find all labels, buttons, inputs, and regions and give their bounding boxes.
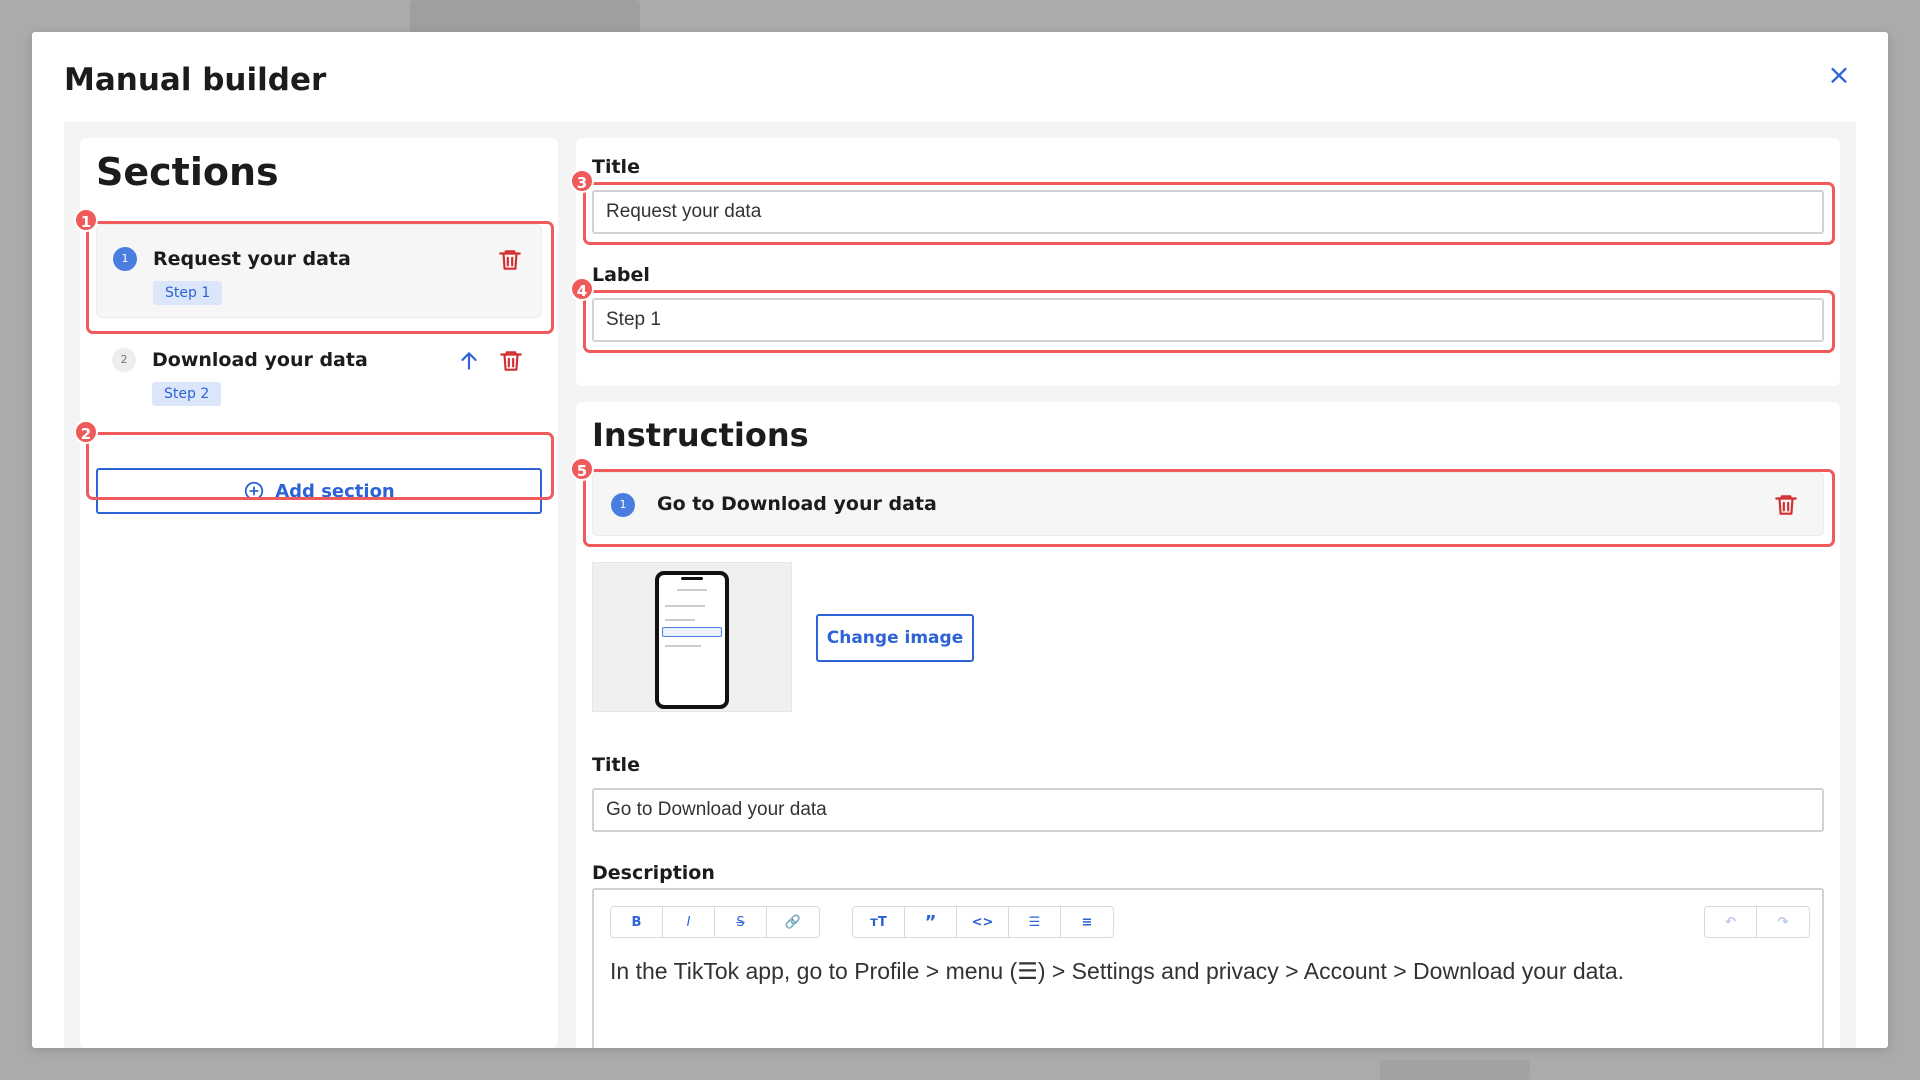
section-title: Request your data (153, 248, 351, 270)
instruction-title-input[interactable] (592, 788, 1824, 832)
format-toolbar: B I S 🔗 (610, 906, 820, 938)
title-label: Title (592, 156, 640, 178)
italic-button[interactable]: I (663, 907, 715, 937)
section-step-badge: Step 1 (153, 281, 223, 305)
sections-panel: Sections 1 Request your data Step 1 2 Do… (80, 138, 558, 1048)
phone-line (665, 645, 701, 647)
trash-icon[interactable] (497, 247, 523, 273)
sections-heading: Sections (96, 150, 279, 194)
section-title: Download your data (152, 349, 368, 371)
quote-button[interactable]: ” (905, 907, 957, 937)
annotation-number: 4 (570, 277, 594, 301)
redo-icon[interactable]: ↷ (1757, 907, 1809, 937)
section-step-badge: Step 2 (152, 382, 222, 406)
add-section-label: Add section (275, 480, 395, 502)
plus-circle-icon (245, 481, 264, 501)
description-label: Description (592, 862, 715, 884)
change-image-button[interactable]: Change image (816, 614, 974, 662)
block-toolbar: тT ” <> ☰ ≡ (852, 906, 1114, 938)
phone-line (665, 619, 695, 621)
bold-button[interactable]: B (611, 907, 663, 937)
modal-title: Manual builder (64, 62, 327, 98)
instructions-heading: Instructions (592, 416, 809, 454)
phone-screenshot-image (655, 571, 729, 709)
background-blur (1380, 1060, 1530, 1080)
arrow-up-icon[interactable] (456, 348, 482, 374)
trash-icon[interactable] (1773, 492, 1799, 518)
phone-line (665, 605, 705, 607)
instruction-image (592, 562, 792, 712)
heading-button[interactable]: тT (853, 907, 905, 937)
annotation-number: 2 (74, 420, 98, 444)
undo-icon[interactable]: ↶ (1705, 907, 1757, 937)
description-text[interactable]: In the TikTok app, go to Profile > menu … (610, 958, 1624, 985)
instruction-title: Go to Download your data (657, 493, 937, 515)
numbered-list-button[interactable]: ≡ (1061, 907, 1113, 937)
section-item-request[interactable]: 1 Request your data Step 1 (96, 224, 542, 318)
annotation-number: 1 (74, 208, 98, 232)
manual-builder-modal: Manual builder × Sections 1 Request your… (32, 32, 1888, 1048)
label-label: Label (592, 264, 650, 286)
phone-line (677, 589, 707, 591)
add-section-button[interactable]: Add section (96, 468, 542, 514)
instruction-number: 1 (611, 493, 635, 517)
code-button[interactable]: <> (957, 907, 1009, 937)
section-number: 2 (112, 348, 136, 372)
phone-highlight (662, 627, 722, 637)
builder-workspace: Sections 1 Request your data Step 1 2 Do… (64, 122, 1856, 1048)
section-number: 1 (113, 247, 137, 271)
background-blur (410, 0, 640, 34)
annotation-number: 3 (570, 169, 594, 193)
close-icon[interactable]: × (1824, 60, 1854, 90)
bullet-list-button[interactable]: ☰ (1009, 907, 1061, 937)
strikethrough-button[interactable]: S (715, 907, 767, 937)
section-detail-panel: Title Label (576, 138, 1840, 386)
link-icon[interactable]: 🔗 (767, 907, 819, 937)
instruction-item[interactable]: 1 Go to Download your data (592, 472, 1824, 536)
annotation-number: 5 (570, 457, 594, 481)
instruction-title-label: Title (592, 754, 640, 776)
instructions-panel: Instructions 1 Go to Download your data (576, 402, 1840, 1048)
section-item-download[interactable]: 2 Download your data Step 2 (96, 326, 542, 420)
section-label-input[interactable] (592, 298, 1824, 342)
history-toolbar: ↶ ↷ (1704, 906, 1810, 938)
phone-notch (681, 577, 703, 580)
description-editor[interactable]: B I S 🔗 тT ” <> ☰ ≡ ↶ ↷ In the TikTok ap… (592, 888, 1824, 1048)
section-title-input[interactable] (592, 190, 1824, 234)
trash-icon[interactable] (498, 348, 524, 374)
